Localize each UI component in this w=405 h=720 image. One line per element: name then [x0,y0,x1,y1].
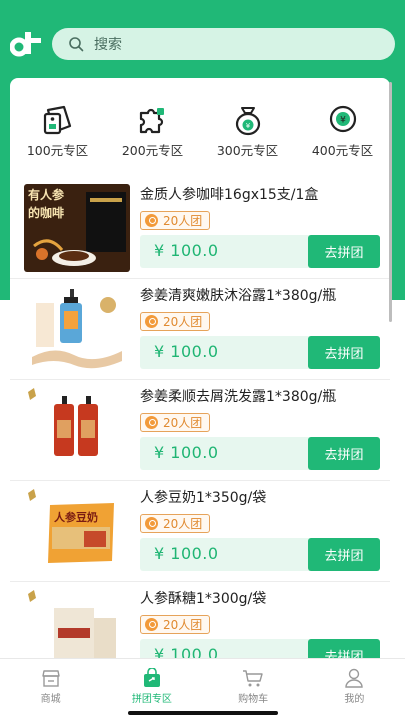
group-size-label: 20人团 [163,214,203,228]
thumb-text: 人参豆奶 [54,510,98,524]
product-title: 参姜清爽嫩肤沐浴露1*380g/瓶 [140,288,337,304]
price-zone-row: 100元专区 200元专区 ¥ 300元专区 ¥ 400元专区 [10,78,390,170]
cart-icon [243,670,263,687]
group-icon [145,315,158,328]
join-group-button[interactable]: 去拼团 [308,336,380,369]
group-size-label: 20人团 [163,618,203,632]
price-bar: ¥ 100.0 去拼团 [140,336,380,369]
group-size-badge: 20人团 [140,413,211,432]
group-size-badge: 20人团 [140,312,211,331]
search-bar[interactable]: 搜索 [52,28,395,60]
money-bag-icon: ¥ [235,107,260,136]
join-group-button[interactable]: 去拼团 [308,235,380,268]
coffee-thumb-caption: 有人参 的咖啡 [28,186,98,222]
home-indicator [128,711,278,715]
zone-label: 400元专区 [311,143,374,158]
product-price: ¥ 100.0 [154,443,219,462]
product-price: ¥ 100.0 [154,241,219,260]
group-buy-bag-icon [143,668,160,687]
store-icon [41,670,60,687]
svg-text:¥: ¥ [245,122,250,130]
tab-store[interactable]: 商城 [0,659,101,720]
svg-text:¥: ¥ [340,116,346,126]
puzzle-icon [139,108,164,134]
product-list: 金质人参咖啡16gx15支/1盒 20人团 ¥ 100.0 去拼团 参姜清爽嫩肤… [10,178,390,678]
product-thumbnail [24,386,130,474]
product-thumbnail: 人参豆奶 [24,487,130,575]
thumb-text-line: 有人参 [28,188,65,202]
zone-label: 200元专区 [121,143,184,158]
tab-label: 购物车 [238,694,269,705]
price-bar: ¥ 100.0 去拼团 [140,437,380,470]
tab-label: 拼团专区 [131,694,172,705]
tag-icon [43,105,71,135]
product-title: 参姜柔顺去屑洗发露1*380g/瓶 [140,389,337,405]
zone-100[interactable]: 100元专区 [10,104,105,170]
group-icon [145,618,158,631]
product-price: ¥ 100.0 [154,544,219,563]
user-icon [345,668,364,688]
zone-label: 300元专区 [216,143,279,158]
group-icon [145,416,158,429]
product-title: 人参酥糖1*300g/袋 [140,591,267,607]
product-item[interactable]: 人参豆奶 人参豆奶1*350g/袋 20人团 ¥ 100.0 去拼团 [10,481,390,582]
group-icon [145,214,158,227]
scrollbar[interactable] [389,82,392,322]
tab-profile[interactable]: 我的 [304,659,405,720]
join-group-button[interactable]: 去拼团 [308,538,380,571]
price-bar: ¥ 100.0 去拼团 [140,538,380,571]
product-price: ¥ 100.0 [154,342,219,361]
product-item[interactable]: 参姜柔顺去屑洗发露1*380g/瓶 20人团 ¥ 100.0 去拼团 [10,380,390,481]
price-bar: ¥ 100.0 去拼团 [140,235,380,268]
group-size-badge: 20人团 [140,211,211,230]
group-size-label: 20人团 [163,416,203,430]
group-icon [145,517,158,530]
product-item[interactable]: 参姜清爽嫩肤沐浴露1*380g/瓶 20人团 ¥ 100.0 去拼团 [10,279,390,380]
tab-label: 我的 [344,694,365,705]
thumb-text-line: 的咖啡 [28,206,65,220]
product-title: 金质人参咖啡16gx15支/1盒 [140,187,319,203]
product-title: 人参豆奶1*350g/袋 [140,490,267,506]
group-size-label: 20人团 [163,517,203,531]
search-icon [69,37,84,52]
content-panel: 100元专区 200元专区 ¥ 300元专区 ¥ 400元专区 金质人参咖啡16… [10,78,390,678]
product-thumbnail [24,285,130,373]
tab-label: 商城 [40,694,61,705]
search-input[interactable]: 搜索 [94,34,122,54]
group-size-badge: 20人团 [140,514,211,533]
join-group-button[interactable]: 去拼团 [308,437,380,470]
app-logo-icon [10,32,41,57]
zone-400[interactable]: ¥ 400元专区 [295,104,390,170]
zone-label: 100元专区 [26,143,89,158]
zone-300[interactable]: ¥ 300元专区 [200,104,295,170]
yuan-coin-icon: ¥ [329,105,356,133]
zone-200[interactable]: 200元专区 [105,104,200,170]
group-size-badge: 20人团 [140,615,211,634]
group-size-label: 20人团 [163,315,203,329]
